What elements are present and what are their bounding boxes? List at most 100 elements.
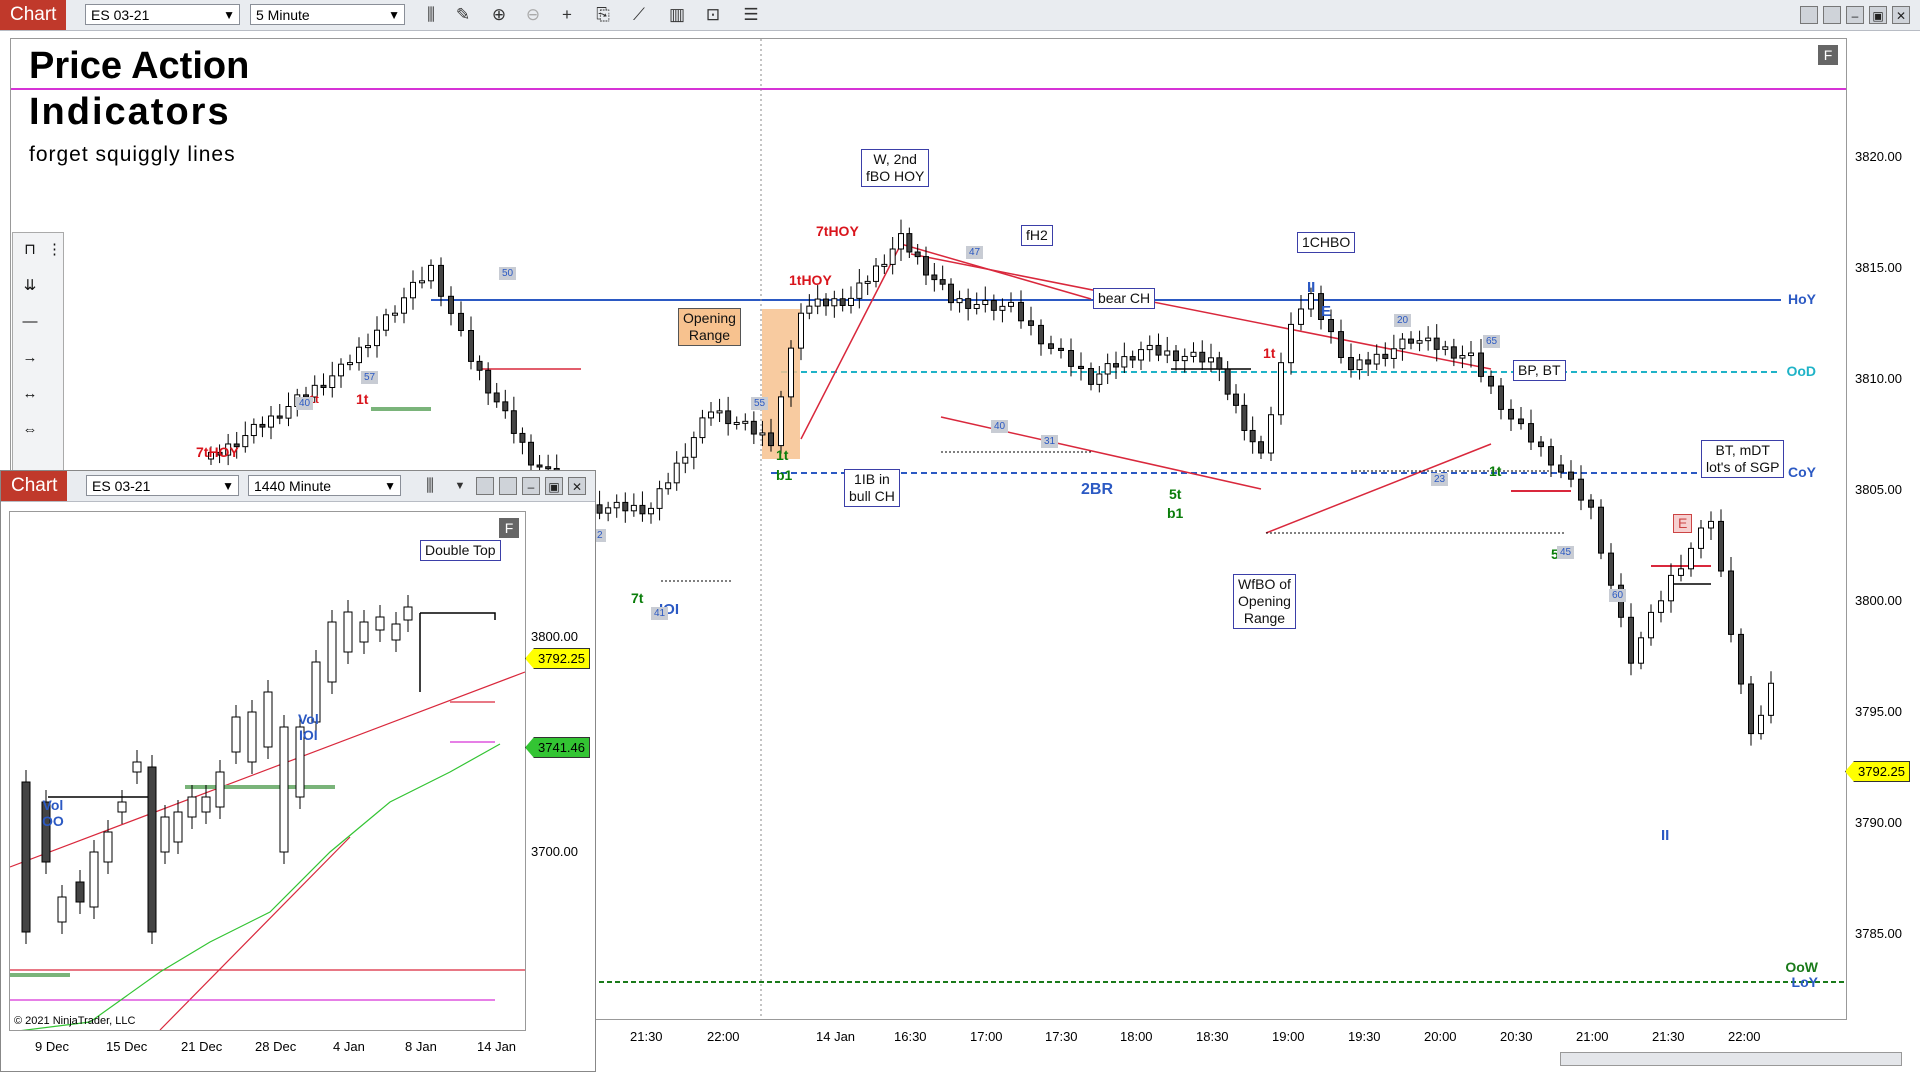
candle-body — [231, 716, 241, 753]
drawing-tools-icon[interactable]: ⟋ — [628, 4, 650, 26]
bar-number: 20 — [1394, 314, 1412, 327]
arrow-line-icon[interactable]: ⇔ — [15, 415, 45, 445]
bear-channel-lower — [940, 416, 1262, 490]
y-tick: 3805.00 — [1855, 482, 1902, 497]
hoy-label: HoY — [1788, 291, 1816, 307]
candle-body — [1468, 352, 1474, 357]
candle-body — [476, 360, 483, 371]
x-tick: 20:30 — [1500, 1029, 1533, 1044]
daily-layout2-button[interactable] — [499, 477, 517, 495]
indicators-icon[interactable]: ⊡ — [702, 4, 724, 26]
line-tool-icon[interactable]: — — [15, 307, 45, 337]
candle-body — [999, 305, 1006, 311]
properties-icon[interactable]: ⎘ — [592, 4, 614, 26]
daily-candles — [21, 595, 413, 944]
x-tick: 16:30 — [894, 1029, 927, 1044]
daily-minimize-button[interactable]: – — [522, 477, 540, 495]
candle-body — [458, 312, 464, 331]
daily-plot-area[interactable]: Double Top Vol OO Vol IOI F © 2021 NinjaTr… — [9, 511, 526, 1031]
annotation-bp-bt: BP, BT — [1513, 360, 1566, 381]
candle-body — [247, 711, 257, 763]
crosshair-icon[interactable]: + — [556, 4, 578, 26]
strategies-icon[interactable]: ▥ — [666, 4, 688, 26]
annotation-bt-mdt: BT, mDT lot's of SGP — [1701, 440, 1785, 478]
horizontal-scrollbar[interactable] — [1560, 1052, 1902, 1066]
candle-body — [1628, 616, 1634, 664]
ray-tool-icon[interactable]: → — [15, 343, 45, 373]
candle-body — [690, 437, 697, 458]
label-5t: 5t — [1169, 486, 1182, 502]
candle-body — [1508, 408, 1514, 420]
candle-body — [1249, 429, 1256, 443]
candle-body — [1598, 506, 1604, 554]
y-tick: 3815.00 — [1855, 260, 1902, 275]
candle-body — [699, 417, 706, 439]
candle-body — [1758, 714, 1764, 735]
zoom-in-icon[interactable]: ⊕ — [488, 4, 510, 26]
daily-layout-button[interactable] — [476, 477, 494, 495]
candle-body — [759, 432, 766, 436]
candle-body — [1181, 355, 1188, 362]
candle-body — [1298, 308, 1304, 325]
annotation-1chbo: 1CHBO — [1297, 232, 1356, 253]
arrow-tool-icon[interactable]: ⇊ — [15, 271, 45, 301]
candle-body — [708, 411, 714, 419]
maximize-button[interactable]: ▣ — [1869, 6, 1887, 24]
x-tick: 8 Jan — [405, 1039, 437, 1054]
candle-body — [1328, 319, 1334, 333]
daily-corner-badge[interactable]: F — [499, 518, 519, 538]
x-tick: 19:30 — [1348, 1029, 1381, 1044]
candle-body — [320, 384, 327, 389]
more-tools-icon[interactable]: ⋮ — [47, 235, 62, 265]
candle-body — [57, 896, 67, 923]
candle-body — [939, 279, 946, 285]
candle-body — [1173, 350, 1179, 362]
layout-button[interactable] — [1823, 6, 1841, 24]
zoom-out-icon[interactable]: ⊖ — [522, 4, 544, 26]
candle-body — [750, 420, 757, 435]
y-tick: 3785.00 — [1855, 926, 1902, 941]
bar-type-icon[interactable]: ⫼ — [420, 4, 442, 26]
bull-channel-line — [800, 243, 1092, 440]
candle-body — [768, 432, 774, 447]
x-tick: 17:00 — [970, 1029, 1003, 1044]
candle-body — [1155, 344, 1162, 356]
interval-select[interactable]: 5 Minute ▼ — [250, 4, 405, 25]
chevron-down-icon: ▼ — [222, 479, 234, 493]
candle-body — [1008, 301, 1014, 307]
page-title-line2: Indicators — [29, 91, 231, 133]
daily-instrument-select[interactable]: ES 03-21 ▼ — [86, 475, 239, 496]
candle-body — [965, 298, 972, 309]
minimize-button[interactable]: – — [1846, 6, 1864, 24]
candle-body — [242, 435, 249, 448]
daily-y-axis: 3800.00 3700.00 3792.25 3741.46 — [525, 511, 593, 1029]
pencil-icon[interactable]: ✎ — [452, 4, 474, 26]
candle-body — [1728, 570, 1734, 635]
candle-body — [1208, 357, 1214, 363]
candle-body — [392, 312, 398, 316]
candle-body — [1224, 368, 1231, 395]
bar-number: 65 — [1483, 335, 1501, 348]
close-button[interactable]: ✕ — [1892, 6, 1910, 24]
candle-body — [403, 606, 413, 621]
chart-badge[interactable]: Chart — [0, 0, 67, 30]
dropdown-caret-icon[interactable]: ▼ — [449, 475, 471, 497]
daily-instrument-value: ES 03-21 — [92, 478, 151, 494]
candle-body — [493, 392, 500, 403]
daily-price-tag: 3792.25 — [525, 648, 590, 669]
daily-maximize-button[interactable]: ▣ — [545, 477, 563, 495]
menu-list-icon[interactable]: ☰ — [740, 4, 762, 26]
daily-chart-badge[interactable]: Chart — [1, 471, 68, 501]
corner-badge[interactable]: F — [1818, 45, 1838, 65]
candle-body — [502, 401, 509, 412]
daily-close-button[interactable]: ✕ — [568, 477, 586, 495]
minimize-left-button[interactable] — [1800, 6, 1818, 24]
extended-line-icon[interactable]: ↔ — [15, 379, 45, 409]
candle-body — [788, 347, 794, 398]
daily-interval-select[interactable]: 1440 Minute ▼ — [248, 475, 401, 496]
chevron-down-icon: ▼ — [223, 8, 235, 22]
bar-type-icon[interactable]: ⫼ — [419, 475, 441, 497]
instrument-select[interactable]: ES 03-21 ▼ — [85, 4, 240, 25]
drawing-tool-strip: ⊓ ⇊ — → ↔ ⇔ ⋮ — [12, 232, 64, 474]
ruler-icon[interactable]: ⊓ — [15, 235, 45, 265]
